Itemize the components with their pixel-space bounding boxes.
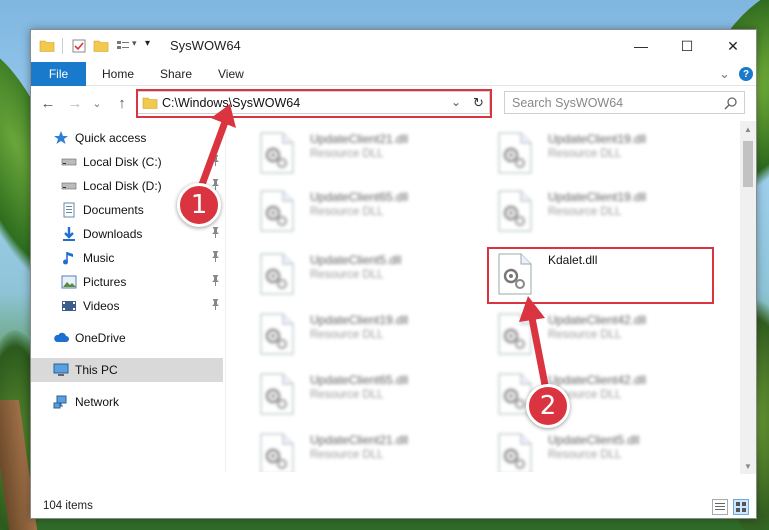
annotation-arrows [196,104,549,389]
step-1-callout: 1 [177,183,221,227]
step-2-callout: 2 [526,384,570,428]
